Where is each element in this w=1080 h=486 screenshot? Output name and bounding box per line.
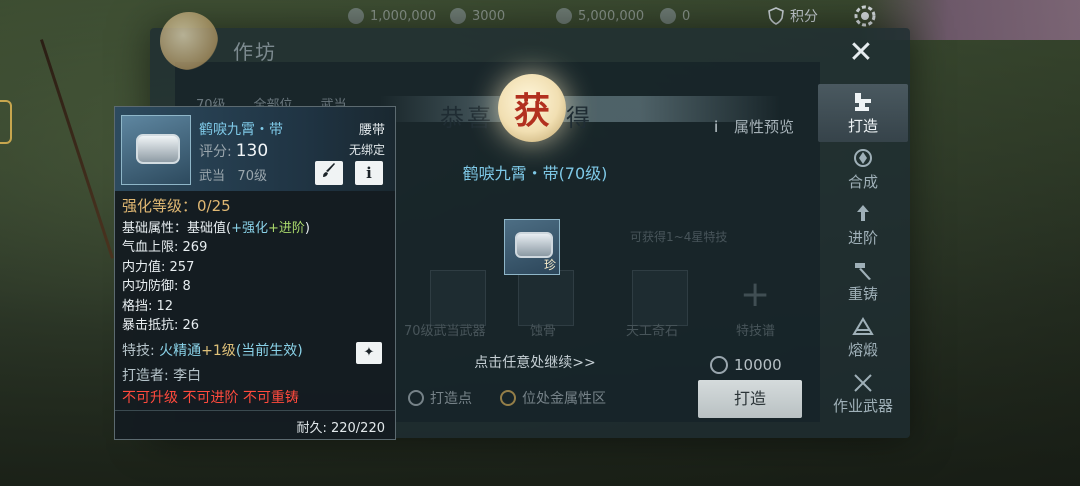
resource-hand: 5,000,000 [556,8,644,24]
banner-left-text: 恭喜 [440,104,494,132]
craft-slot-label: 特技谱 [736,324,776,339]
item-rank: 珍 [543,258,556,272]
continue-prompt[interactable]: 点击任意处继续>> [440,352,630,372]
tooltip-score: 评分: 130 [199,141,269,161]
nav-recast[interactable]: 重铸 [818,252,908,310]
hammer-icon [855,262,871,280]
top-resource-bar: 1,000,000 3000 5,000,000 0 积分 [340,4,1080,28]
tooltip-slot: 腰带 [358,123,385,138]
shield-icon [768,7,784,25]
banner-right-text: 得 [566,104,590,132]
belt-icon [136,134,180,164]
search-icon [408,390,424,406]
close-button[interactable]: ✕ [846,38,876,68]
dye-button[interactable] [315,161,343,185]
craft-slot-label: 天工奇石 [626,324,679,339]
craft-slot-weapon[interactable] [430,270,486,326]
enhance-level: 强化等级：0/25 [122,197,231,215]
nav-synthesize[interactable]: 合成 [818,140,908,198]
tooltip-footer: 耐久: 220/220 [115,410,395,439]
craft-bottom-row: 打造点 位处金属性区 [408,388,606,408]
nav-forge[interactable]: 打造 [818,84,908,142]
nav-weapon-task[interactable]: 作业武器 [818,368,908,418]
banner-center-char: 获 [513,90,550,132]
belt-icon [515,232,553,258]
tooltip-body: 强化等级：0/25 基础属性：基础值(+强化+进阶) 气血上限: 269 内力值… [122,197,392,408]
side-tab-edge[interactable] [0,100,12,144]
coin-icon [710,356,728,374]
resource-ingot: 0 [660,8,690,24]
stat-row: 格挡: 12 [122,298,174,314]
forge-button[interactable]: 打造 [698,380,802,418]
weapon-icon [854,373,872,392]
craft-slot-label: 蚀骨 [530,324,557,339]
nav-advance[interactable]: 进阶 [818,196,908,254]
resource-boat: 3000 [450,8,505,24]
anvil-icon [855,92,871,111]
base-attr-line: 基础属性：基础值(+强化+进阶) [122,220,310,236]
stat-row: 暴击抵抗: 26 [122,318,200,333]
hand-icon [556,8,572,24]
skill-line: 特技: 火精通+1级(当前生效) ✦ [122,341,392,364]
ingot-icon [660,8,676,24]
tooltip-bind-status: 无绑定 [348,143,385,157]
info-icon: i [366,164,372,182]
obtained-item-slot[interactable]: 珍 [504,219,560,275]
skill-detail-button[interactable]: ✦ [356,341,382,364]
maker-line: 打造者: 李白 [122,368,202,384]
brush-icon [323,163,335,177]
resource-coin: 1,000,000 [348,8,436,24]
gold-attribute-zone[interactable]: 位处金属性区 [500,388,606,408]
craft-slot-stone[interactable] [632,270,688,326]
craft-slot-material[interactable] [518,270,574,326]
title-moon-decoration [160,12,218,70]
info-button[interactable]: i [355,161,383,185]
obtained-item-name: 鹤唳九霄・带(70级) [462,164,608,183]
craft-hint: 可获得1~4星特技 [630,230,728,244]
craft-slots: 70级武当武器 蚀骨 天工奇石 + 特技谱 [400,270,800,340]
obtained-banner: 恭喜 获 得 [380,70,780,150]
durability: 耐久: 220/220 [296,421,385,436]
craft-slot-label: 70级武当武器 [404,324,486,339]
add-skill-book-icon[interactable]: + [740,274,770,315]
tooltip-item-name: 鹤唳九霄・带 [199,122,283,138]
stat-row: 内力值: 257 [122,259,195,275]
flame-icon: ✦ [363,344,375,360]
merge-icon [854,148,872,167]
close-icon: ✕ [848,35,874,70]
forge-points[interactable]: 打造点 [408,388,472,408]
upgrade-icon [857,204,869,221]
gold-coin-icon [500,390,516,406]
boat-icon [450,8,466,24]
side-nav: 打造 合成 进阶 重铸 熔煅 作业武器 [818,84,908,434]
stat-row: 内功防御: 8 [122,279,191,294]
smelt-icon [852,316,874,335]
points-button[interactable]: 积分 [768,6,818,26]
banner-moon: 获 [498,74,566,142]
gear-icon [854,5,876,27]
tooltip-item-icon [121,115,191,185]
stat-row: 气血上限: 269 [122,240,208,255]
tooltip-school-level: 武当 70级 [199,169,267,184]
panel-title: 作坊 [233,40,277,64]
nav-smelt[interactable]: 熔煅 [818,308,908,366]
forge-cost: 10000 [710,356,782,374]
restriction-warning: 不可升级 不可进阶 不可重铸 [122,389,299,406]
coin-icon [348,8,364,24]
settings-button[interactable] [852,3,878,29]
item-tooltip: 鹤唳九霄・带 腰带 无绑定 评分: 130 武当 70级 i 强化等级：0/25 … [114,106,396,440]
